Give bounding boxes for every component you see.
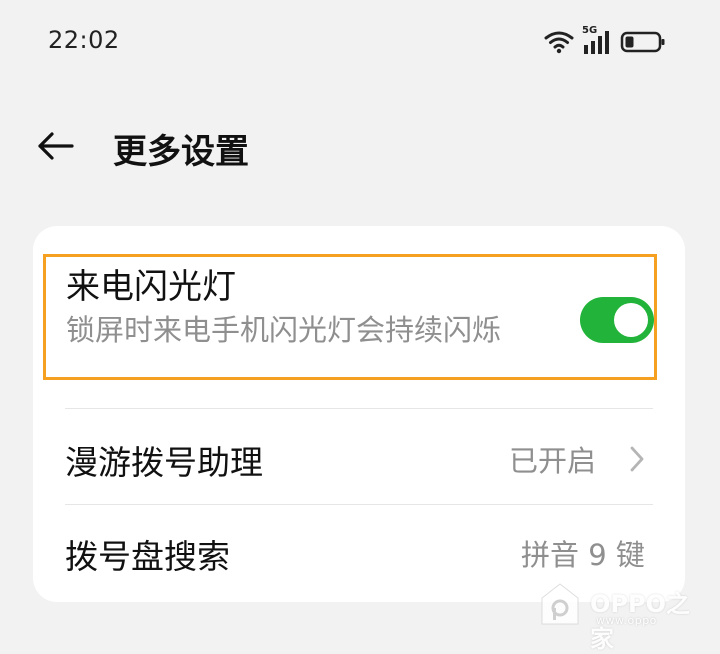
page-title: 更多设置 (113, 132, 249, 172)
watermark: OPPO之家 www.oppo (538, 580, 708, 653)
roaming-assistant-value: 已开启 (509, 444, 597, 478)
chevron-right-icon (629, 445, 645, 477)
watermark-url: www.oppo (596, 614, 657, 627)
status-icons: 5G (544, 25, 666, 56)
back-button[interactable] (32, 126, 80, 166)
call-flash-title: 来电闪光灯 (66, 267, 236, 307)
roaming-assistant-label: 漫游拨号助理 (65, 443, 263, 482)
settings-card: 来电闪光灯 锁屏时来电手机闪光灯会持续闪烁 漫游拨号助理 已开启 拨号盘搜索 拼… (33, 226, 685, 602)
call-flash-toggle[interactable] (580, 297, 654, 343)
roaming-assistant-row[interactable]: 漫游拨号助理 已开启 (33, 412, 685, 504)
call-flash-row[interactable]: 来电闪光灯 锁屏时来电手机闪光灯会持续闪烁 (43, 254, 657, 380)
status-bar: 22:02 5G (0, 0, 720, 84)
oppo-home-logo-icon (538, 580, 582, 628)
battery-icon (620, 30, 666, 54)
divider (65, 504, 653, 505)
cellular-5g-icon: 5G (582, 25, 612, 55)
status-time: 22:02 (48, 26, 120, 54)
arrow-left-icon (32, 132, 80, 170)
divider (65, 408, 653, 409)
wifi-icon (544, 30, 574, 54)
toggle-knob (614, 303, 648, 337)
call-flash-description: 锁屏时来电手机闪光灯会持续闪烁 (66, 313, 502, 347)
dialpad-search-value: 拼音 9 键 (521, 538, 645, 572)
header: 更多设置 (0, 110, 720, 182)
dialpad-search-label: 拨号盘搜索 (65, 537, 230, 576)
